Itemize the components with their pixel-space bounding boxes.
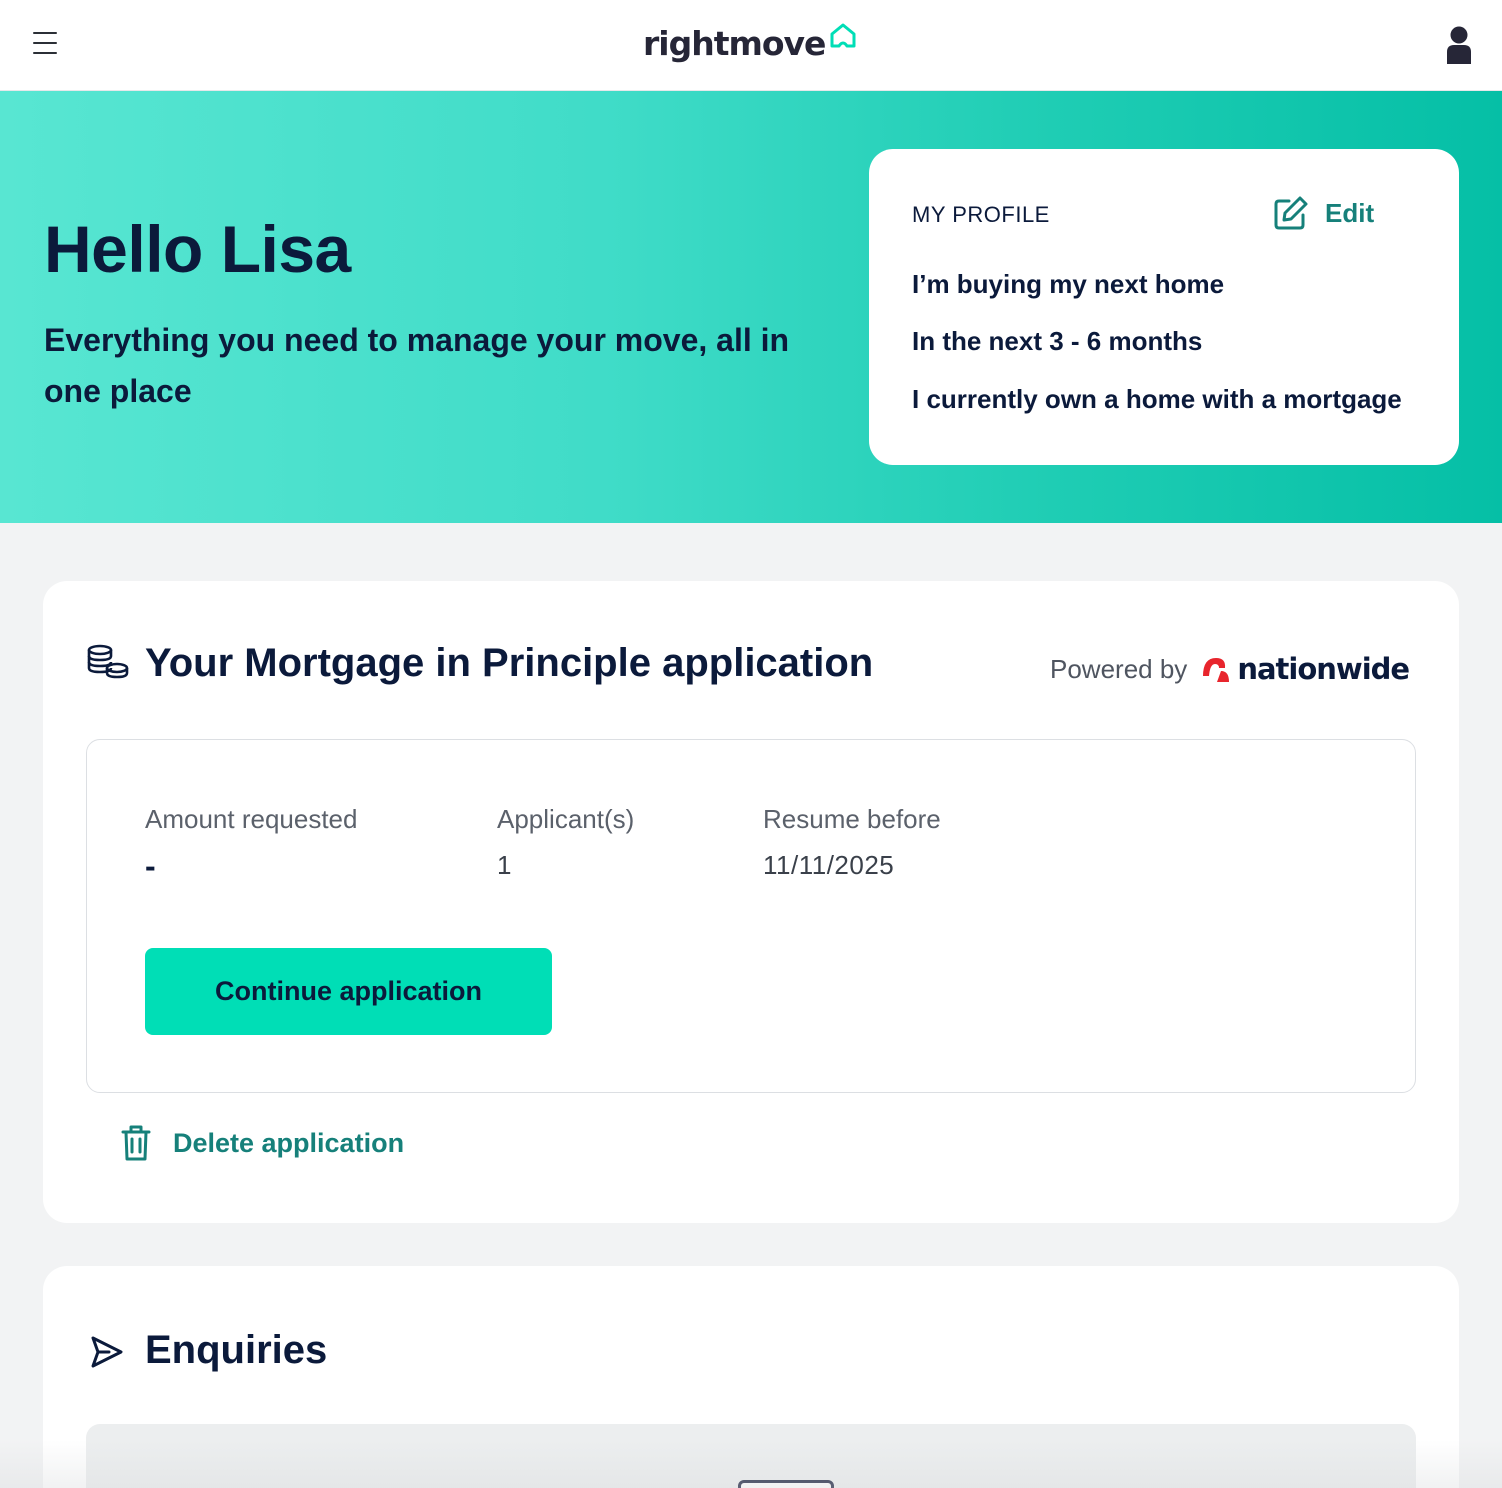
profile-card: MY PROFILE Edit I’m buying my next home … xyxy=(869,149,1459,465)
profile-label: MY PROFILE xyxy=(912,202,1050,227)
edit-profile-link[interactable]: Edit xyxy=(1273,193,1374,233)
applicants-value: 1 xyxy=(497,850,512,880)
enquiries-content-area xyxy=(86,1424,1416,1488)
applicants-label: Applicant(s) xyxy=(497,804,635,834)
trash-icon xyxy=(121,1125,151,1161)
delete-application-link[interactable]: Delete application xyxy=(121,1123,404,1163)
house-outline-icon xyxy=(830,23,856,48)
logo-text: rightmove xyxy=(643,24,826,63)
nationwide-wordmark: nationwide xyxy=(1237,652,1410,686)
profile-line-ownership: I currently own a home with a mortgage xyxy=(912,384,1402,414)
enquiries-title: Enquiries xyxy=(145,1328,328,1372)
resume-before-label: Resume before xyxy=(763,804,941,834)
welcome-hero: Hello Lisa Everything you need to manage… xyxy=(0,91,1502,523)
profile-line-timeframe: In the next 3 - 6 months xyxy=(912,326,1203,356)
top-header: rightmove xyxy=(0,0,1502,91)
edit-label: Edit xyxy=(1325,197,1375,228)
edit-pencil-icon xyxy=(1274,196,1308,230)
profile-line-buying: I’m buying my next home xyxy=(912,269,1225,299)
application-summary-box: Amount requested - Applicant(s) 1 Resume… xyxy=(86,739,1416,1093)
delete-application-label: Delete application xyxy=(173,1127,405,1158)
mortgage-card-title: Your Mortgage in Principle application xyxy=(145,641,874,685)
mortgage-in-principle-card: Your Mortgage in Principle application P… xyxy=(43,581,1459,1223)
coins-stack-icon xyxy=(87,644,129,679)
continue-application-button[interactable]: Continue application xyxy=(145,948,552,1035)
greeting-title: Hello Lisa xyxy=(44,212,351,286)
amount-requested-value: - xyxy=(145,848,156,884)
send-arrow-icon xyxy=(91,1336,123,1368)
enquiries-card: Enquiries xyxy=(43,1266,1459,1488)
amount-requested-label: Amount requested xyxy=(145,804,358,834)
powered-by-nationwide: Powered by nationwide xyxy=(1050,649,1410,689)
enquiry-illustration xyxy=(738,1480,834,1488)
nationwide-logo-icon xyxy=(1203,658,1230,682)
hamburger-menu-icon[interactable] xyxy=(33,32,57,54)
user-account-icon[interactable] xyxy=(1446,26,1472,64)
rightmove-logo[interactable]: rightmove xyxy=(643,22,858,66)
hero-subtitle: Everything you need to manage your move,… xyxy=(44,322,790,409)
powered-by-text: Powered by xyxy=(1050,653,1188,684)
resume-before-value: 11/11/2025 xyxy=(763,850,895,880)
